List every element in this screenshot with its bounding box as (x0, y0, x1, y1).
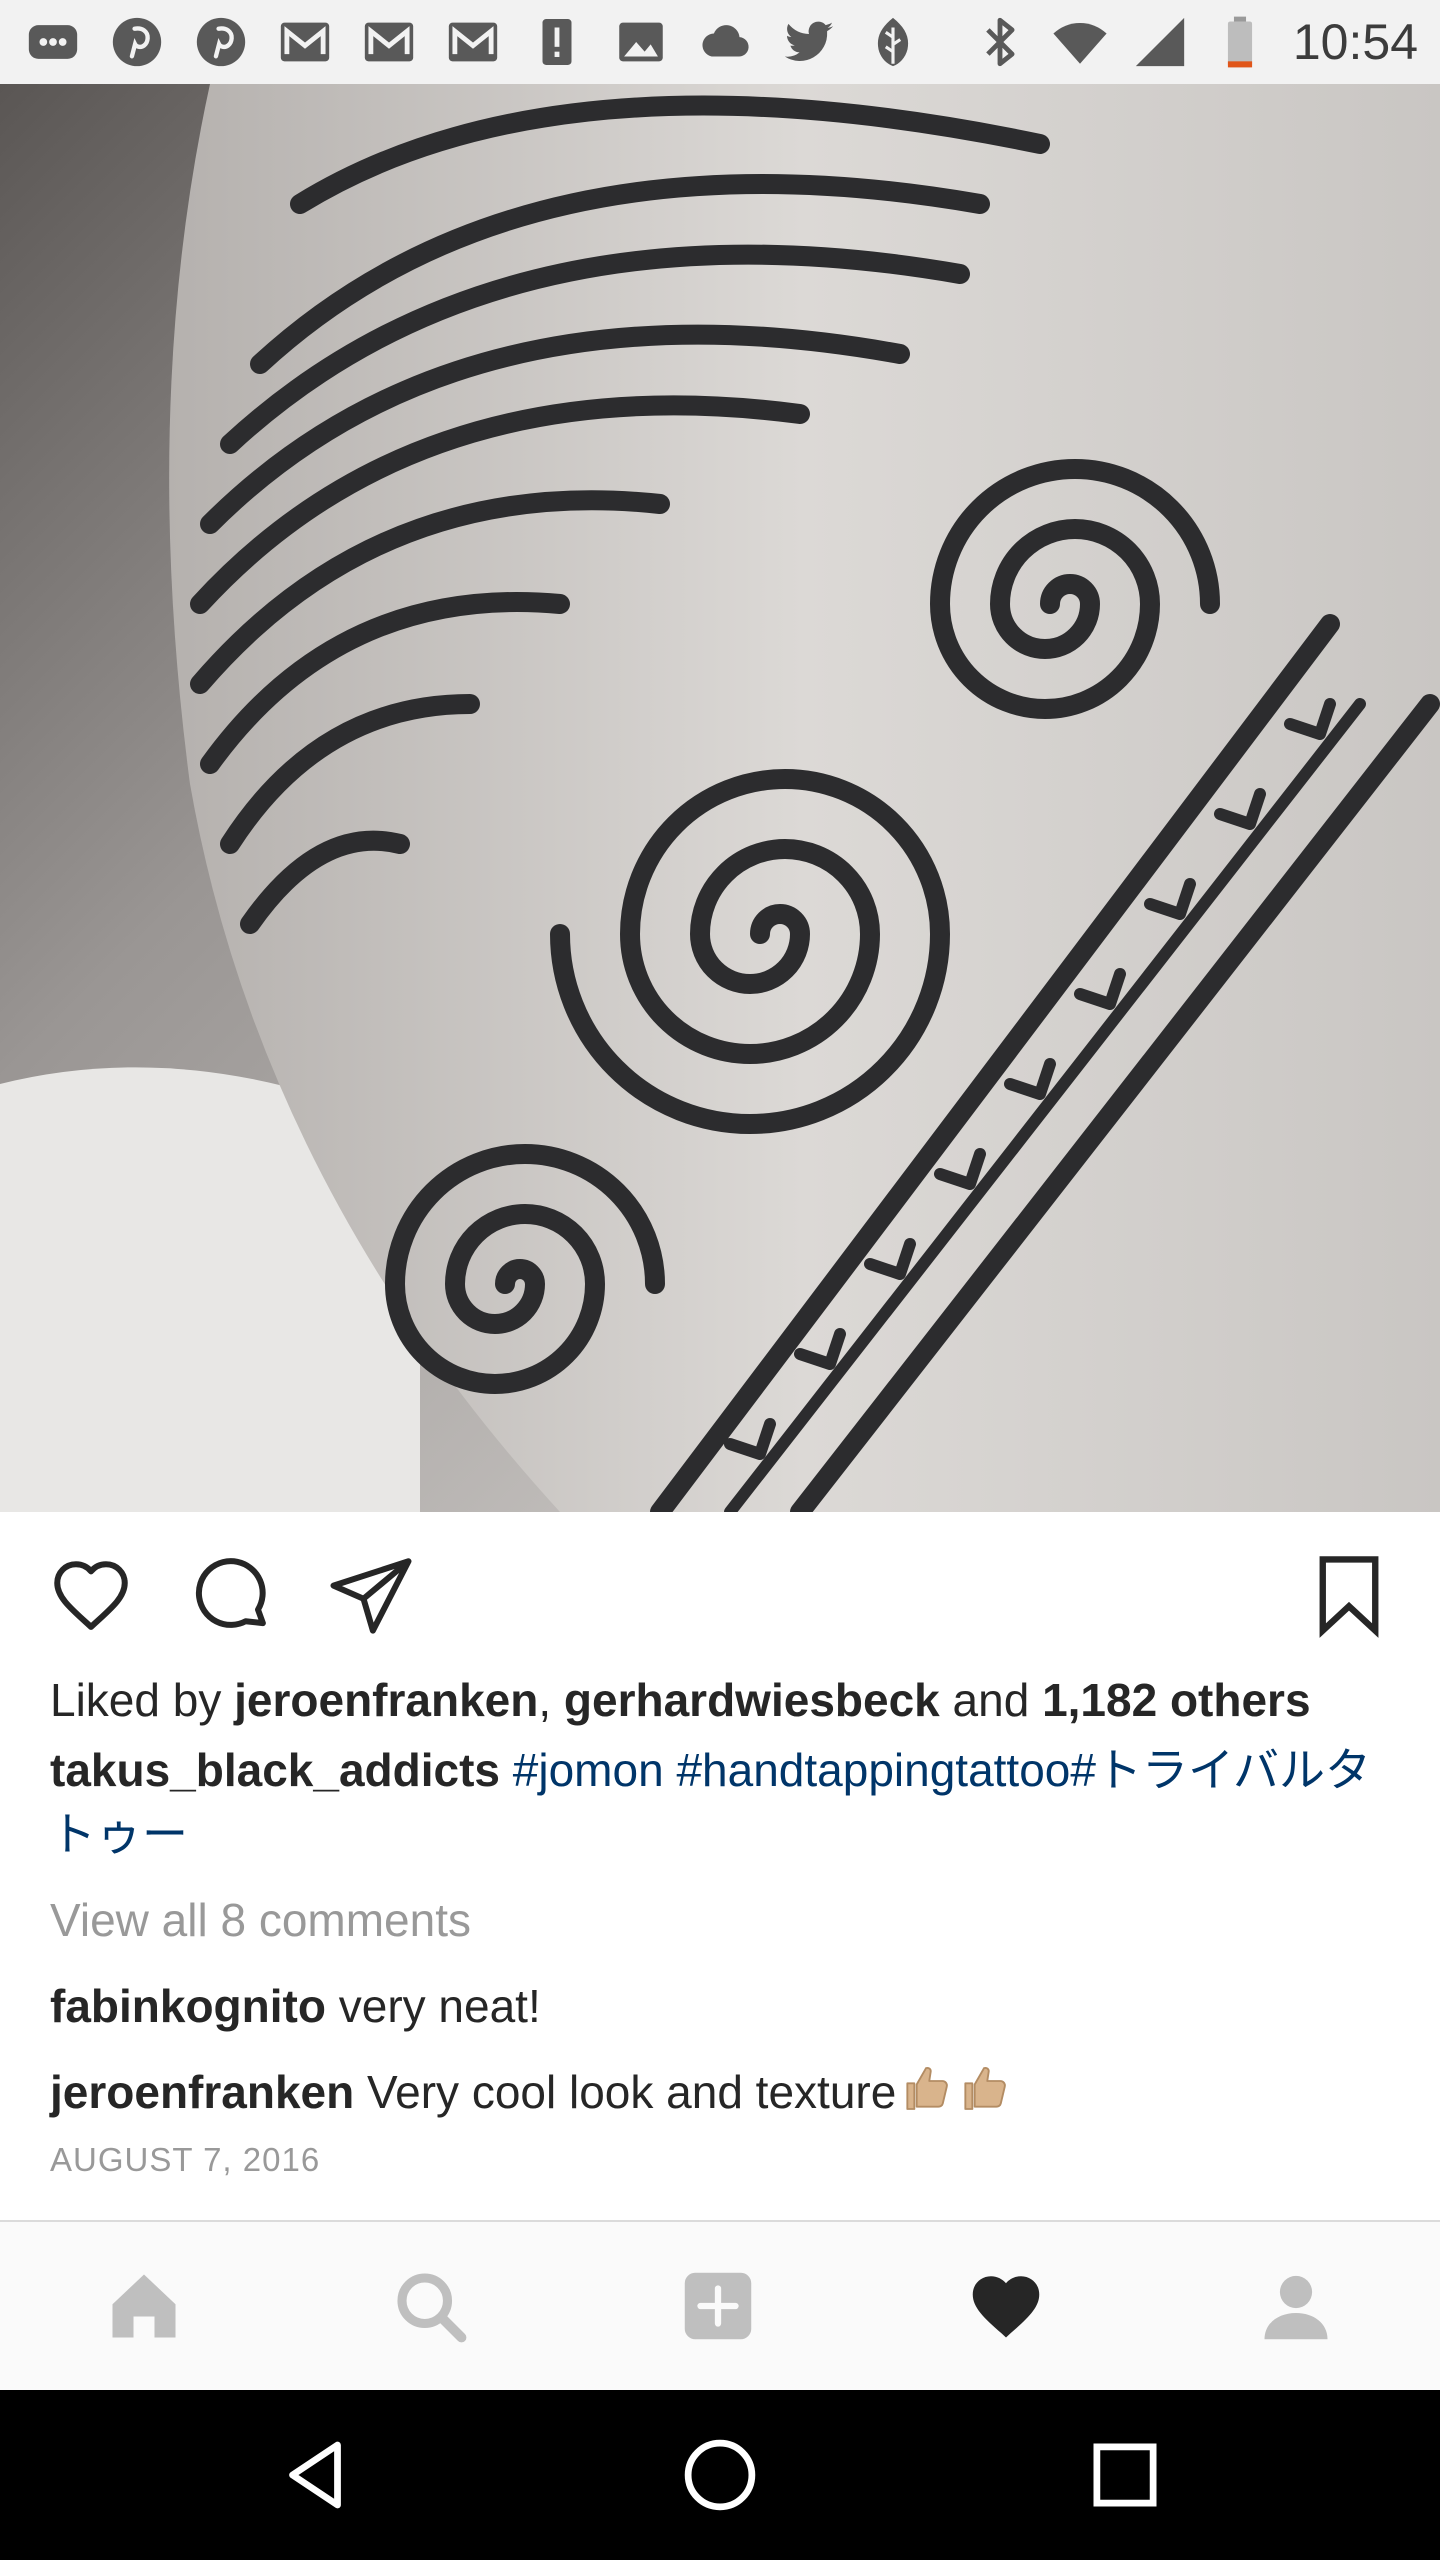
cloud-icon (694, 11, 756, 73)
gmail-icon (358, 11, 420, 73)
clock: 10:54 (1292, 14, 1418, 70)
likes-count[interactable]: 1,182 others (1042, 1674, 1310, 1726)
post-date: AUGUST 7, 2016 (50, 2141, 321, 2178)
comment-text: very neat! (338, 1980, 541, 2032)
profile-icon[interactable] (1254, 2264, 1338, 2348)
home-circle-icon[interactable] (675, 2430, 765, 2520)
likes-separator: , (538, 1674, 564, 1726)
comment-item: jeroenfranken Very cool look and texture (50, 2060, 1012, 2124)
activity-heart-icon[interactable] (964, 2264, 1048, 2348)
tattoo-photo (0, 84, 1440, 1512)
liker-username[interactable]: jeroenfranken (234, 1674, 538, 1726)
likes-summary[interactable]: Liked by jeroenfranken, gerhardwiesbeck … (50, 1668, 1410, 1732)
share-direct-icon[interactable] (326, 1550, 416, 1640)
likes-prefix: Liked by (50, 1674, 235, 1726)
thumbs-up-emoji-icon (956, 2060, 1012, 2116)
notification-icons (22, 0, 946, 84)
thumbs-up-emoji-icon (898, 2060, 954, 2116)
comment-icon[interactable] (186, 1550, 276, 1640)
search-icon[interactable] (388, 2264, 472, 2348)
comment-item: fabinkognito very neat! (50, 1974, 541, 2038)
gmail-icon (442, 11, 504, 73)
comment-username[interactable]: jeroenfranken (50, 2066, 354, 2118)
view-all-comments-link[interactable]: View all 8 comments (50, 1888, 471, 1952)
alert-icon (526, 11, 588, 73)
bookmark-icon[interactable] (1304, 1550, 1394, 1640)
post-actions (0, 1512, 1440, 1672)
post-caption: takus_black_addicts #jomon #handtappingt… (50, 1738, 1390, 1866)
leaf-icon (862, 11, 924, 73)
liker-username[interactable]: gerhardwiesbeck (564, 1674, 940, 1726)
back-icon[interactable] (270, 2430, 360, 2520)
gmail-icon (274, 11, 336, 73)
system-status: 10:54 (969, 0, 1418, 84)
home-icon[interactable] (102, 2264, 186, 2348)
pinterest-icon (106, 11, 168, 73)
cell-signal-icon (1129, 11, 1191, 73)
likes-conjunction: and (939, 1674, 1043, 1726)
like-icon[interactable] (46, 1550, 136, 1640)
system-navigation-bar (0, 2390, 1440, 2560)
comment-text: Very cool look and texture (367, 2066, 897, 2118)
bluetooth-icon (969, 11, 1031, 73)
recents-icon[interactable] (1080, 2430, 1170, 2520)
comment-username[interactable]: fabinkognito (50, 1980, 326, 2032)
new-post-icon[interactable] (676, 2264, 760, 2348)
post-image[interactable] (0, 84, 1440, 1512)
status-bar: 10:54 (0, 0, 1440, 84)
image-icon (610, 11, 672, 73)
hashtag[interactable]: #handtappingtattoo (676, 1744, 1070, 1796)
bottom-tab-bar (0, 2220, 1440, 2390)
hashtag[interactable]: #jomon (513, 1744, 664, 1796)
pinterest-icon (190, 11, 252, 73)
twitter-icon (778, 11, 840, 73)
messages-icon (22, 11, 84, 73)
battery-low-icon (1209, 11, 1271, 73)
caption-username[interactable]: takus_black_addicts (50, 1744, 500, 1796)
wifi-icon (1049, 11, 1111, 73)
